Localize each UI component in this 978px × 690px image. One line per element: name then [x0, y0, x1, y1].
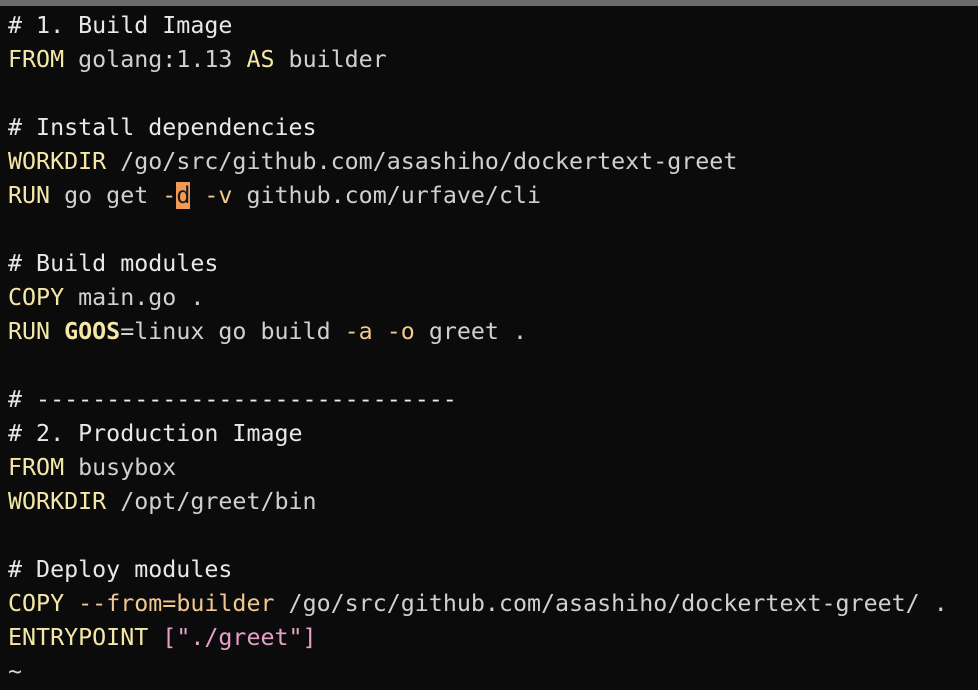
code-token: /go/src/github.com/asashiho/dockertext-g…	[274, 590, 948, 617]
code-line[interactable]: WORKDIR /go/src/github.com/asashiho/dock…	[8, 145, 737, 179]
empty-line-marker[interactable]: ~	[8, 655, 22, 689]
code-line[interactable]: # Build modules	[8, 247, 218, 281]
code-token: /opt/greet/bin	[106, 488, 317, 515]
code-token: COPY	[8, 284, 65, 311]
code-token: /go/src/github.com/asashiho/dockertext-g…	[106, 148, 738, 175]
code-line[interactable]: ENTRYPOINT ["./greet"]	[8, 621, 317, 655]
code-line[interactable]: FROM busybox	[8, 451, 176, 485]
code-token: AS	[246, 46, 275, 73]
code-line[interactable]: RUN GOOS=linux go build -a -o greet .	[8, 315, 527, 349]
code-editor[interactable]: # 1. Build Image FROM golang:1.13 AS buil…	[0, 9, 978, 690]
code-token: -o	[386, 318, 415, 345]
code-token: -a	[344, 318, 373, 345]
code-token: # 2. Production Image	[8, 420, 303, 447]
code-token: ["./greet"]	[162, 624, 317, 651]
code-line[interactable]: COPY main.go .	[8, 281, 204, 315]
code-token: GOOS	[64, 318, 121, 345]
code-token: # 1. Build Image	[8, 12, 233, 39]
code-line[interactable]: RUN go get -d -v github.com/urfave/cli	[8, 179, 541, 213]
code-token: ~	[8, 658, 23, 685]
code-token: main.go .	[64, 284, 205, 311]
code-line[interactable]: COPY --from=builder /go/src/github.com/a…	[8, 587, 948, 621]
code-line[interactable]: # ------------------------------	[8, 383, 457, 417]
code-line[interactable]: # 2. Production Image	[8, 417, 303, 451]
code-line[interactable]: # Deploy modules	[8, 553, 232, 587]
code-line[interactable]: FROM golang:1.13 AS builder	[8, 43, 387, 77]
code-token: # Install dependencies	[8, 114, 317, 141]
text-cursor: d	[176, 182, 191, 209]
window-top-bar	[0, 0, 978, 6]
code-token: busybox	[64, 454, 177, 481]
code-token: WORKDIR	[8, 488, 107, 515]
code-token: FROM	[8, 46, 65, 73]
code-token: COPY	[8, 590, 65, 617]
code-token: github.com/urfave/cli	[232, 182, 542, 209]
code-token: ENTRYPOINT	[8, 624, 149, 651]
code-token: -	[162, 182, 177, 209]
code-token: =linux go build	[120, 318, 345, 345]
code-line[interactable]: # 1. Build Image	[8, 9, 232, 43]
code-token: RUN	[8, 182, 51, 209]
code-line[interactable]: WORKDIR /opt/greet/bin	[8, 485, 317, 519]
code-token: # Deploy modules	[8, 556, 233, 583]
code-token: FROM	[8, 454, 65, 481]
code-token: golang:1.13	[64, 46, 247, 73]
code-token: WORKDIR	[8, 148, 107, 175]
code-token: builder	[274, 46, 387, 73]
code-token: go get	[50, 182, 163, 209]
code-token: # Build modules	[8, 250, 219, 277]
code-token: RUN	[8, 318, 51, 345]
code-token: --from=builder	[78, 590, 275, 617]
code-token: greet .	[414, 318, 528, 345]
code-token: -v	[204, 182, 233, 209]
code-token: # ------------------------------	[8, 386, 457, 413]
code-line[interactable]: # Install dependencies	[8, 111, 317, 145]
